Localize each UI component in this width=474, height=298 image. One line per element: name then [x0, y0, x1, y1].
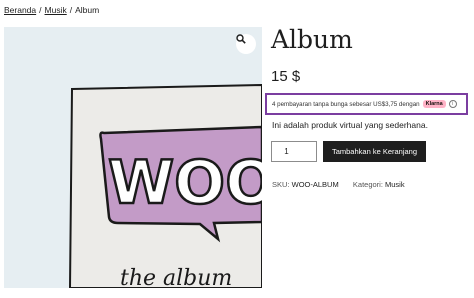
- product-summary: Album 15 $: [271, 24, 471, 86]
- breadcrumb-separator: /: [39, 5, 42, 15]
- image-caption-text: the album: [120, 266, 232, 288]
- image-woo-text: WOO: [108, 148, 262, 218]
- sku-value: WOO-ALBUM: [291, 180, 339, 189]
- zoom-button[interactable]: [236, 34, 256, 54]
- product-title: Album: [271, 25, 353, 54]
- product-image: WOO the album: [4, 27, 262, 288]
- klarna-message-text: 4 pembayaran tanpa bunga sebesar US$3,75…: [272, 100, 420, 108]
- quantity-input[interactable]: [271, 141, 317, 162]
- klarna-message: 4 pembayaran tanpa bunga sebesar US$3,75…: [265, 93, 468, 115]
- product-gallery[interactable]: WOO the album: [4, 27, 262, 288]
- add-to-cart-button[interactable]: Tambahkan ke Keranjang: [323, 141, 426, 162]
- product-price: 15 $: [271, 68, 301, 85]
- breadcrumb-separator: /: [69, 5, 73, 15]
- magnifier-icon: [236, 34, 246, 44]
- breadcrumb-home-link[interactable]: Beranda: [4, 5, 36, 15]
- sku-label: SKU:: [272, 180, 290, 189]
- breadcrumb: Beranda / Musik / Album: [4, 5, 99, 15]
- klarna-badge: Klarna: [422, 100, 446, 108]
- product-meta: SKU: WOO-ALBUM Kategori: Musik: [272, 180, 405, 189]
- category-link[interactable]: Musik: [385, 180, 405, 189]
- info-icon[interactable]: i: [448, 100, 457, 108]
- breadcrumb-category-link[interactable]: Musik: [45, 5, 67, 15]
- category-label: Kategori:: [352, 180, 383, 189]
- breadcrumb-current: Album: [75, 5, 100, 15]
- product-description: Ini adalah produk virtual yang sederhana…: [272, 120, 428, 130]
